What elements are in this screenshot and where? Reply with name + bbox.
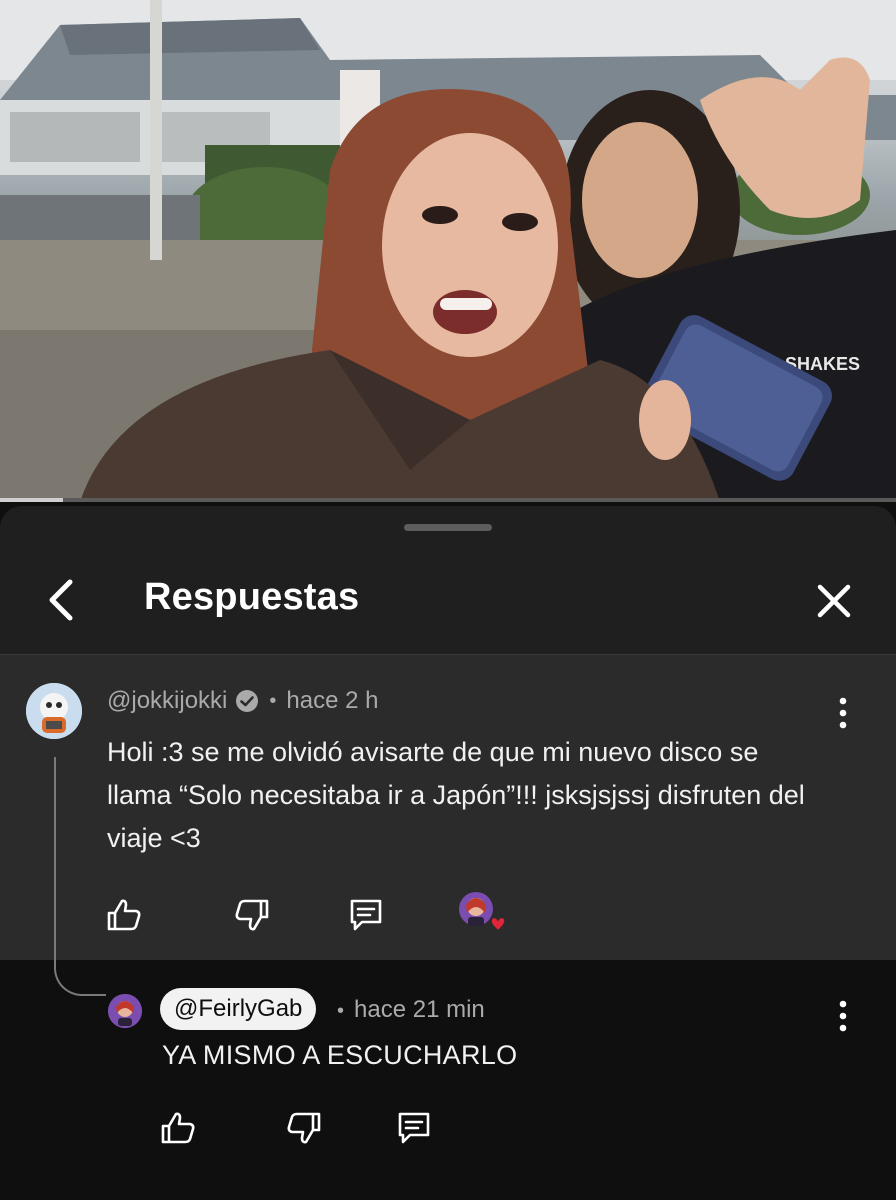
dislike-icon xyxy=(287,1112,321,1144)
like-icon xyxy=(161,1112,195,1144)
close-button[interactable] xyxy=(812,579,856,623)
comment-more-button[interactable] xyxy=(828,693,858,737)
chevron-left-icon xyxy=(49,579,73,621)
reply-icon xyxy=(350,899,382,931)
like-icon xyxy=(107,899,141,931)
video-progress-bar[interactable] xyxy=(0,498,896,502)
comment-text: Holi :3 se me olvidó avisarte de que mi … xyxy=(107,737,805,853)
comment-actions xyxy=(104,891,506,939)
comment-meta: @jokkijokki • hace 2 h xyxy=(107,687,378,715)
comment-author[interactable]: @jokkijokki xyxy=(107,687,227,715)
avatar[interactable] xyxy=(26,683,82,739)
reply-author: @FeirlyGab xyxy=(174,995,303,1022)
back-button[interactable] xyxy=(40,578,84,622)
like-button[interactable] xyxy=(158,1108,198,1148)
reply-text: YA MISMO A ESCUCHARLO xyxy=(162,1040,518,1070)
reply-actions xyxy=(158,1108,434,1148)
reply-button[interactable] xyxy=(394,1108,434,1148)
reply-icon xyxy=(398,1112,430,1144)
reply-more-button[interactable] xyxy=(828,996,858,1040)
dislike-button[interactable] xyxy=(284,1108,324,1148)
thread-connector xyxy=(54,950,106,996)
verified-badge-icon xyxy=(236,690,259,712)
reply-comment: @FeirlyGab • hace 21 min YA MISMO A ESCUC… xyxy=(0,950,896,1200)
more-vert-icon xyxy=(839,697,847,729)
comment-time: hace 2 h xyxy=(286,687,379,714)
video-progress-fill xyxy=(0,498,63,502)
separator-dot: • xyxy=(269,689,277,712)
reply-avatar[interactable] xyxy=(108,994,142,1028)
creator-heart-icon xyxy=(459,892,506,932)
reply-button[interactable] xyxy=(346,895,386,935)
reply-avatar-image xyxy=(108,994,142,1028)
dislike-button[interactable] xyxy=(232,895,272,935)
sheet-drag-handle[interactable] xyxy=(404,524,492,531)
avatar-image xyxy=(26,683,82,739)
like-button[interactable] xyxy=(104,895,144,935)
reply-meta: • hace 21 min xyxy=(337,996,485,1024)
reply-author-pill[interactable]: @FeirlyGab xyxy=(160,988,317,1030)
creator-heart-badge xyxy=(458,891,506,939)
video-frame-image: SHAKES xyxy=(0,0,896,502)
sheet-header: Respuestas xyxy=(0,546,896,654)
parent-comment: @jokkijokki • hace 2 h Holi :3 se me olv… xyxy=(0,655,896,987)
dislike-icon xyxy=(235,899,269,931)
more-vert-icon xyxy=(839,1000,847,1032)
replies-sheet: Respuestas @jokkijokki • hace 2 h Holi:… xyxy=(0,506,896,1200)
reply-time: hace 21 min xyxy=(354,996,485,1023)
close-icon xyxy=(817,584,851,618)
separator-dot: • xyxy=(337,1000,345,1022)
sheet-title: Respuestas xyxy=(144,576,360,618)
video-player[interactable]: SHAKES xyxy=(0,0,896,502)
